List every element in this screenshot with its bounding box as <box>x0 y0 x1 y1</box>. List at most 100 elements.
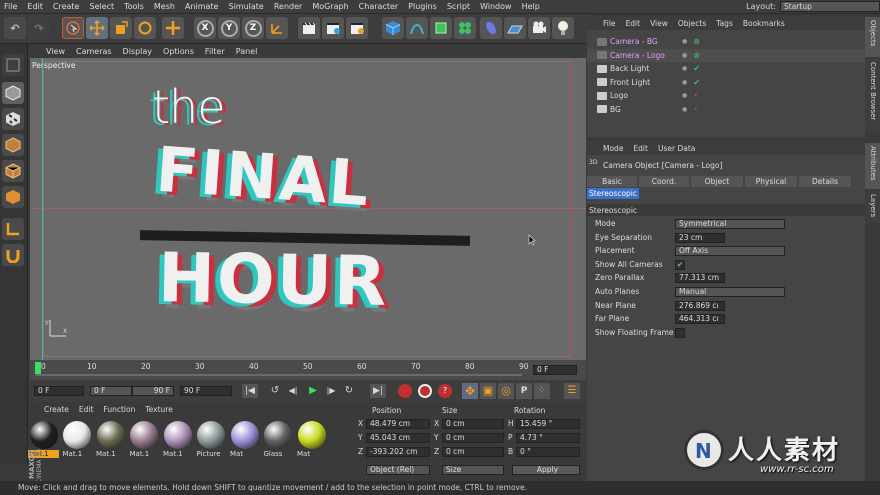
z-axis-button[interactable]: Z <box>242 17 264 39</box>
range-slider-start[interactable]: 0 F <box>90 386 132 396</box>
y-axis-button[interactable]: Y <box>218 17 240 39</box>
3d-viewport[interactable]: Perspective the FINAL HOUR YX <box>30 58 586 360</box>
rtab-layers[interactable]: Layers <box>865 191 880 223</box>
attribute-menu-edit[interactable]: Edit <box>633 144 648 153</box>
viewport-menu-options[interactable]: Options <box>163 47 194 56</box>
recent-tool-icon[interactable] <box>162 17 184 39</box>
x-axis-button[interactable]: X <box>194 17 216 39</box>
rtab-attributes[interactable]: Attributes <box>865 143 880 189</box>
timeline-ruler[interactable]: 0 10 20 30 40 50 60 70 80 90 0 F <box>30 360 586 380</box>
rotation-key-icon[interactable]: ◎ <box>498 383 514 399</box>
autokey-icon[interactable] <box>418 384 432 398</box>
rtab-content-browser[interactable]: Content Browser <box>865 59 880 133</box>
apply-button[interactable]: Apply <box>512 465 580 475</box>
viewport-menu-display[interactable]: Display <box>123 47 153 56</box>
parameter-key-icon[interactable]: P <box>516 383 532 399</box>
visibility-dots-icon[interactable]: ● <box>682 38 687 45</box>
material-item[interactable]: Picture <box>196 419 227 459</box>
keyframe-selection-icon[interactable]: ? <box>438 384 452 398</box>
rotation-field[interactable]: 0 ° <box>516 447 580 457</box>
object-menu-file[interactable]: File <box>603 19 616 28</box>
model-mode-icon[interactable] <box>2 82 24 104</box>
texture-mode-icon[interactable] <box>2 108 24 130</box>
range-slider-end[interactable]: 90 F <box>132 386 174 396</box>
property-dropdown[interactable]: Symmetrical <box>675 219 785 229</box>
property-field[interactable]: 464.313 cı <box>675 314 725 325</box>
menu-mesh[interactable]: Mesh <box>154 2 175 11</box>
point-level-icon[interactable]: ⁘ <box>534 383 550 399</box>
visibility-dots-icon[interactable]: ● <box>682 92 687 99</box>
snap-icon[interactable] <box>2 244 24 266</box>
coordinate-system-icon[interactable] <box>266 17 288 39</box>
menu-character[interactable]: Character <box>359 2 399 11</box>
menu-script[interactable]: Script <box>447 2 470 11</box>
cloner-icon[interactable] <box>454 17 476 39</box>
material-item[interactable]: Mat.1 <box>62 419 93 459</box>
object-menu-bookmarks[interactable]: Bookmarks <box>743 19 785 28</box>
position-key-icon[interactable]: ✥ <box>462 383 478 399</box>
object-menu-objects[interactable]: Objects <box>678 19 706 28</box>
polygons-mode-icon[interactable] <box>2 186 24 208</box>
object-menu-view[interactable]: View <box>650 19 668 28</box>
camera-tag-icon[interactable]: ⊗ <box>693 51 700 60</box>
next-key-icon[interactable]: ↻ <box>342 384 356 398</box>
workplane-icon[interactable] <box>2 54 24 76</box>
menu-plugins[interactable]: Plugins <box>408 2 437 11</box>
menu-mograph[interactable]: MoGraph <box>312 2 348 11</box>
viewport-menu-view[interactable]: View <box>46 47 65 56</box>
rotation-field[interactable]: 15.459 ° <box>516 419 580 429</box>
property-field[interactable]: 77.313 cm <box>675 273 725 284</box>
menu-file[interactable]: File <box>4 2 17 11</box>
scale-key-icon[interactable]: ▣ <box>480 383 496 399</box>
dot-icon[interactable]: • <box>693 91 698 100</box>
viewport-menu-filter[interactable]: Filter <box>205 47 225 56</box>
property-field[interactable]: 276.869 cı <box>675 300 725 311</box>
start-frame-field[interactable]: 0 F <box>34 386 84 396</box>
deformer-icon[interactable] <box>480 17 502 39</box>
visibility-dots-icon[interactable]: ● <box>682 65 687 72</box>
viewport-menu-panel[interactable]: Panel <box>236 47 258 56</box>
menu-render[interactable]: Render <box>274 2 302 11</box>
pen-spline-icon[interactable] <box>406 17 428 39</box>
dot-icon[interactable]: • <box>693 105 698 114</box>
position-field[interactable]: 48.479 cm <box>366 419 430 429</box>
check-icon[interactable]: ✔ <box>693 64 700 73</box>
axis-mode-icon[interactable] <box>2 218 24 240</box>
layout-dropdown[interactable]: Startup <box>780 1 880 12</box>
render-picture-viewer-icon[interactable] <box>322 17 344 39</box>
material-item[interactable]: Mat.1 <box>162 419 193 459</box>
position-field[interactable]: 45.043 cm <box>366 433 430 443</box>
property-dropdown[interactable]: Off Axis <box>675 246 785 257</box>
material-menu-texture[interactable]: Texture <box>145 405 172 417</box>
position-field[interactable]: -393.202 cm <box>366 447 430 457</box>
move-tool-icon[interactable] <box>86 17 108 39</box>
attribute-menu-userdata[interactable]: User Data <box>658 144 695 153</box>
object-row[interactable]: BG ● • <box>587 103 865 116</box>
go-to-end-icon[interactable]: ▶| <box>370 384 386 398</box>
record-keys-icon[interactable] <box>398 384 412 398</box>
timeline-icon[interactable]: ☰ <box>564 383 580 399</box>
light-icon[interactable] <box>552 17 574 39</box>
cube-primitive-icon[interactable] <box>382 17 404 39</box>
size-field[interactable]: 0 cm <box>442 433 504 443</box>
menu-edit[interactable]: Edit <box>27 2 43 11</box>
menu-simulate[interactable]: Simulate <box>228 2 263 11</box>
redo-icon[interactable]: ↷ <box>28 17 50 39</box>
viewport-menu-cameras[interactable]: Cameras <box>76 47 112 56</box>
check-icon[interactable]: ✔ <box>693 78 700 87</box>
attribute-menu-mode[interactable]: Mode <box>603 144 623 153</box>
tab-stereoscopic[interactable]: Stereoscopic <box>587 188 639 199</box>
material-menu-create[interactable]: Create <box>44 405 69 417</box>
visibility-dots-icon[interactable]: ● <box>682 106 687 113</box>
material-item[interactable]: Glass <box>263 419 294 459</box>
material-item[interactable]: Mat <box>296 419 327 459</box>
material-item[interactable]: Mat.1 <box>95 419 126 459</box>
size-field[interactable]: 0 cm <box>442 447 504 457</box>
tab-details[interactable]: Details <box>799 176 851 187</box>
material-menu-function[interactable]: Function <box>103 405 135 417</box>
menu-animate[interactable]: Animate <box>185 2 219 11</box>
menu-create[interactable]: Create <box>53 2 80 11</box>
coordinate-mode-dropdown[interactable]: Object (Rel) <box>366 465 430 475</box>
object-menu-edit[interactable]: Edit <box>626 19 641 28</box>
rtab-objects[interactable]: Objects <box>865 17 880 57</box>
